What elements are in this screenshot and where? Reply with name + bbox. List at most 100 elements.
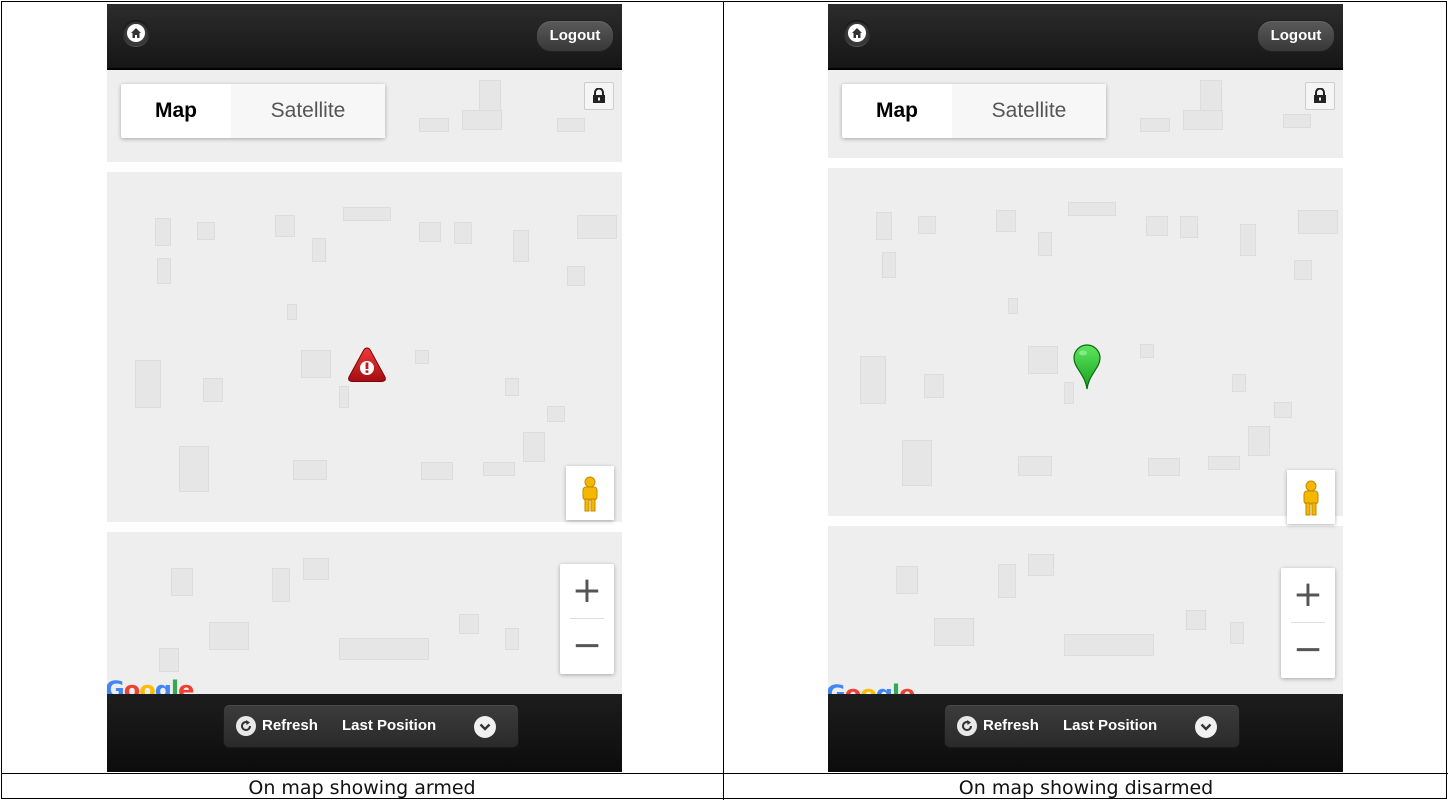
zoom-control: + − [1281,568,1335,678]
street-view-pegman-button[interactable] [1287,470,1335,524]
map-building [860,356,886,404]
map-building [1298,210,1338,234]
map-road [107,162,622,172]
map-building [1208,456,1240,470]
warning-triangle-icon [348,347,386,382]
map-type-map-button[interactable]: Map [121,84,231,138]
map-building [483,462,515,476]
last-position-select[interactable]: Last Position [1063,705,1157,747]
map-building [523,432,545,462]
map-building [1028,346,1058,374]
map-type-control: Map Satellite [121,84,385,138]
lock-button[interactable] [584,82,614,110]
map-building [203,378,223,402]
disarmed-location-marker[interactable] [1072,344,1102,395]
chevron-down-icon[interactable] [474,716,496,738]
map-road [107,522,622,532]
lock-button[interactable] [1305,82,1335,110]
map-view[interactable]: Map Satellite + − Google [107,70,622,694]
map-building [155,218,171,246]
map-building [343,207,391,221]
armed-warning-marker[interactable] [347,346,387,389]
map-road [828,158,1343,168]
top-bar: Logout [107,4,622,70]
map-building [1232,374,1246,392]
map-building [135,360,161,408]
map-building [1064,634,1154,656]
google-logo: Google [107,676,194,694]
map-building [882,252,896,278]
map-building [171,568,193,596]
map-building [1146,216,1168,236]
map-building [275,215,295,237]
map-building [1248,426,1270,456]
bottom-bar: Refresh Last Position [828,694,1343,772]
map-type-map-button[interactable]: Map [842,84,952,138]
lock-icon [1314,88,1326,103]
pegman-icon [582,476,598,512]
map-pin-icon [1073,344,1101,390]
refresh-button[interactable]: Refresh [262,705,318,747]
map-building [902,440,932,486]
map-building [1140,344,1154,358]
zoom-in-button[interactable]: + [1281,568,1335,622]
map-building [918,216,936,234]
home-button[interactable] [844,20,870,46]
map-type-satellite-button[interactable]: Satellite [231,84,385,138]
map-building [339,638,429,660]
table-column-divider [723,2,724,800]
map-building [454,222,472,244]
map-type-satellite-button[interactable]: Satellite [952,84,1106,138]
logout-button[interactable]: Logout [536,20,614,52]
map-building [1148,458,1180,476]
zoom-out-button[interactable]: − [1281,623,1335,677]
map-building [513,230,529,262]
map-building [303,558,329,580]
map-building [547,406,565,422]
map-building [419,222,441,242]
caption-disarmed: On map showing disarmed [958,777,1214,799]
map-view[interactable]: Map Satellite + − Google [828,70,1343,694]
map-building [1018,456,1052,476]
map-building [1283,114,1311,128]
map-building [459,614,479,634]
google-logo: Google [828,680,915,694]
map-building [1068,202,1116,216]
map-building [1274,402,1292,418]
map-building [1180,216,1198,238]
map-building [505,378,519,396]
phone-screen-disarmed: Logout Map Satellite + − Google Refresh … [828,4,1343,772]
map-building [1140,118,1170,132]
bottom-control-group: Refresh Last Position [223,704,519,748]
map-building [197,222,215,240]
document-table: Logout Map Satellite + − Google Refresh … [1,1,1448,800]
map-building [312,238,326,262]
zoom-out-button[interactable]: − [560,619,614,673]
map-building [462,110,502,130]
map-building [1240,224,1256,256]
zoom-control: + − [560,564,614,674]
refresh-icon[interactable] [236,716,256,736]
map-building [896,566,918,594]
zoom-in-button[interactable]: + [560,564,614,618]
map-building [934,618,974,646]
refresh-icon[interactable] [957,716,977,736]
logout-button[interactable]: Logout [1257,20,1335,52]
map-building [419,118,449,132]
bottom-control-group: Refresh Last Position [944,704,1240,748]
map-building [557,118,585,132]
map-building [1294,260,1312,280]
home-button[interactable] [123,20,149,46]
map-building [1230,622,1244,644]
chevron-down-icon[interactable] [1195,716,1217,738]
lock-icon [593,88,605,103]
street-view-pegman-button[interactable] [566,466,614,520]
map-building [179,446,209,492]
refresh-button[interactable]: Refresh [983,705,1039,747]
map-building [1186,610,1206,630]
map-building [293,460,327,480]
map-building [924,374,944,398]
map-building [1038,232,1052,256]
last-position-select[interactable]: Last Position [342,705,436,747]
bottom-bar: Refresh Last Position [107,694,622,772]
